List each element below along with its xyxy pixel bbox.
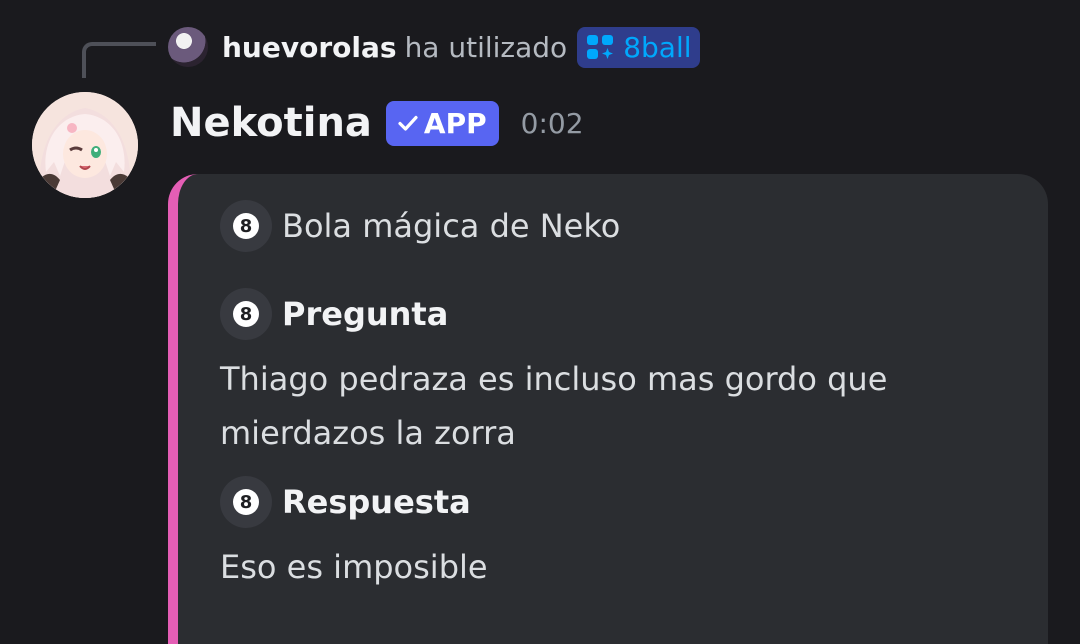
eight-ball-icon: 8: [220, 476, 272, 528]
bot-username[interactable]: Nekotina: [170, 100, 372, 146]
reply-connector-line: [82, 42, 156, 78]
eight-ball-icon: 8: [220, 288, 272, 340]
embed-card: 8 Bola mágica de Neko 8 Pregunta Thiago …: [168, 174, 1048, 644]
command-name: 8ball: [623, 30, 692, 64]
bot-avatar-image: [32, 92, 138, 198]
message-timestamp[interactable]: 0:02: [521, 107, 584, 140]
field-question-header: 8 Pregunta: [220, 288, 448, 340]
bot-avatar[interactable]: [32, 92, 138, 198]
message-header: Nekotina APP 0:02: [170, 94, 584, 152]
reply-username[interactable]: huevorolas: [222, 31, 397, 64]
app-command-icon: [587, 35, 614, 59]
embed-author-name: Bola mágica de Neko: [282, 207, 621, 245]
app-badge: APP: [385, 100, 499, 146]
embed-author: 8 Bola mágica de Neko: [220, 200, 620, 252]
field-name: Pregunta: [282, 295, 449, 333]
field-answer-header: 8 Respuesta: [220, 476, 471, 528]
eight-ball-icon: 8: [220, 200, 272, 252]
app-badge-label: APP: [423, 106, 487, 140]
reply-action-text: ha utilizado: [404, 30, 568, 64]
reply-user-avatar[interactable]: [168, 27, 208, 67]
checkmark-icon: [398, 115, 418, 131]
field-name: Respuesta: [282, 483, 471, 521]
reply-context[interactable]: huevorolas ha utilizado 8ball: [168, 24, 700, 70]
command-mention[interactable]: 8ball: [577, 26, 700, 68]
field-value: Thiago pedraza es incluso mas gordo que …: [220, 360, 888, 452]
field-value: Eso es imposible: [220, 548, 488, 586]
